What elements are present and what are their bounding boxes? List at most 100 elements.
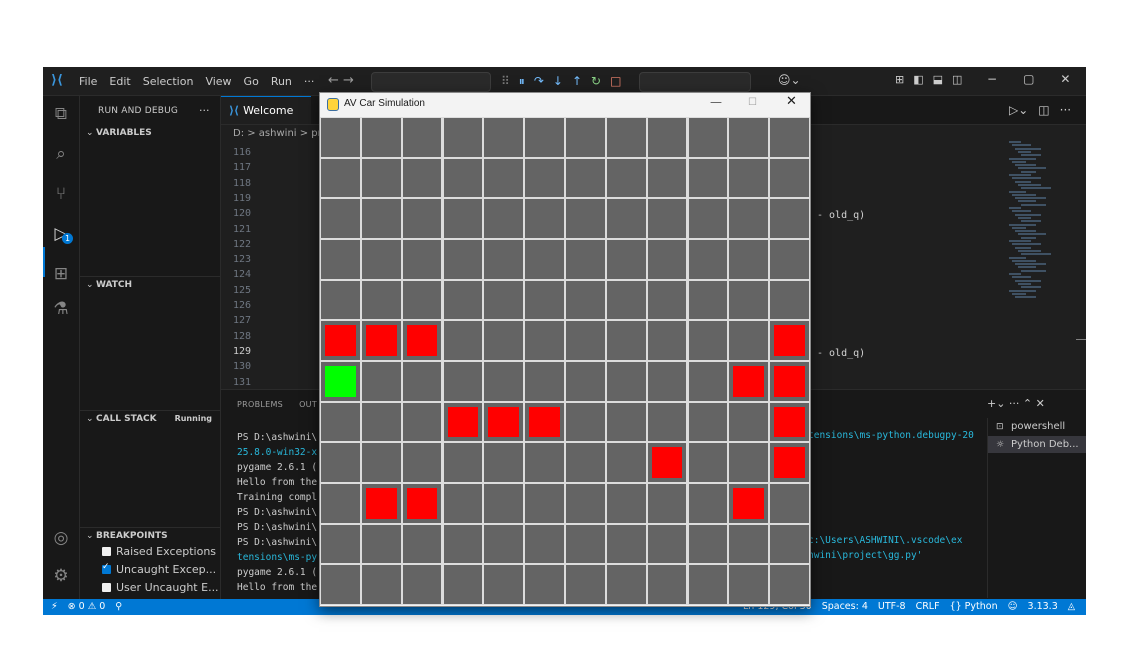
settings-icon[interactable]: ⚙ <box>51 566 71 586</box>
grid-cell <box>443 321 483 360</box>
run-icon[interactable]: ▷⌄ <box>1009 103 1028 117</box>
grid-cell <box>729 280 769 320</box>
checkbox[interactable] <box>102 583 111 592</box>
language-mode[interactable]: {} Python <box>950 599 998 615</box>
tab-problems[interactable]: PROBLEMS <box>237 400 283 409</box>
pause-icon[interactable]: ⏸ <box>519 74 525 89</box>
minimap-line <box>1018 249 1041 252</box>
nav-back-forward-icons[interactable]: ← → <box>328 73 354 88</box>
obstacle <box>774 447 805 478</box>
command-center[interactable] <box>371 72 491 92</box>
pygame-titlebar[interactable]: AV Car Simulation — ☐ ✕ <box>320 93 810 117</box>
grid-cell <box>321 402 360 442</box>
grid-cell <box>484 280 524 320</box>
copilot-status-icon[interactable]: ☺ <box>1008 599 1018 615</box>
minimize-button[interactable]: — <box>710 95 722 109</box>
search-box[interactable] <box>639 72 751 92</box>
terminal-list: ⊡ powershell ☼ Python Deb... <box>987 418 1086 598</box>
close-button[interactable]: ✕ <box>786 94 797 109</box>
stop-icon[interactable]: □ <box>610 74 621 88</box>
breakpoints-section[interactable]: ⌄ BREAKPOINTS <box>80 527 220 543</box>
terminal-item-python-debug[interactable]: ☼ Python Deb... <box>988 436 1086 453</box>
minimize-button[interactable]: − <box>987 72 997 86</box>
menu-view[interactable]: View <box>205 75 231 88</box>
grid-cell <box>321 565 360 604</box>
step-out-icon[interactable]: ↑ <box>572 74 582 88</box>
grid-cell <box>770 158 809 198</box>
watch-section[interactable]: ⌄ WATCH <box>80 276 220 292</box>
obstacle <box>365 325 397 356</box>
panel-actions[interactable]: +⌄ ··· ⌃ ✕ <box>987 397 1045 410</box>
line-number: 120 <box>233 208 252 220</box>
line-ending[interactable]: CRLF <box>916 599 940 615</box>
toggle-panel-icon[interactable]: ⬓ <box>933 73 943 86</box>
tab-welcome[interactable]: ⟩⟨ Welcome <box>221 96 311 124</box>
indentation[interactable]: Spaces: 4 <box>822 599 868 615</box>
grid-cell <box>729 402 769 442</box>
source-control-icon[interactable]: ⑂ <box>51 184 71 204</box>
menu-run[interactable]: Run <box>271 75 292 88</box>
split-editor-icon[interactable]: ◫ <box>1038 103 1049 117</box>
grid-cell <box>361 362 401 401</box>
grid-cell <box>566 443 605 482</box>
menu-go[interactable]: Go <box>244 75 259 88</box>
menu-selection[interactable]: Selection <box>143 75 194 88</box>
close-button[interactable]: ✕ <box>1060 72 1070 86</box>
restart-icon[interactable]: ↻ <box>591 74 601 88</box>
minimap[interactable] <box>1009 141 1069 301</box>
obstacle <box>406 325 438 356</box>
menu-edit[interactable]: Edit <box>109 75 130 88</box>
line-number: 121 <box>233 223 252 235</box>
breakpoint-user-uncaught[interactable]: User Uncaught E... <box>102 581 219 594</box>
breadcrumb[interactable]: D: > ashwini > pro <box>233 128 328 139</box>
explorer-icon[interactable]: ⧉ <box>51 104 71 124</box>
search-icon[interactable]: ⌕ <box>51 144 71 164</box>
testing-icon[interactable]: ⚗ <box>51 299 71 319</box>
grid-cell <box>402 118 442 157</box>
scrollbar[interactable] <box>1076 339 1086 340</box>
tab-output[interactable]: OUT <box>299 400 317 409</box>
grid-cell <box>525 321 564 360</box>
customize-layout-icon[interactable]: ⊞ <box>895 73 904 86</box>
more-actions-icon[interactable]: ··· <box>1060 103 1071 117</box>
minimap-line <box>1015 230 1036 233</box>
grid-cell <box>484 524 524 564</box>
call-stack-section[interactable]: ⌄ CALL STACK Running <box>80 410 220 426</box>
menu-more[interactable]: ··· <box>304 75 315 88</box>
maximize-button[interactable]: ☐ <box>748 97 757 108</box>
notifications-icon[interactable]: ◬ <box>1068 599 1075 615</box>
debug-status-icon[interactable]: ⚲ <box>115 599 122 615</box>
line-number: 131 <box>233 376 252 388</box>
sidebar-more-button[interactable]: ··· <box>199 104 210 117</box>
grid-cell <box>770 484 809 523</box>
extensions-icon[interactable]: ⊞ <box>51 264 71 284</box>
menu-file[interactable]: File <box>79 75 97 88</box>
terminal-line: Hello from the <box>237 477 318 488</box>
accounts-icon[interactable]: ◎ <box>51 528 71 548</box>
terminal-item-powershell[interactable]: ⊡ powershell <box>988 418 1086 435</box>
variables-section[interactable]: ⌄ VARIABLES <box>80 125 220 141</box>
step-into-icon[interactable]: ↓ <box>553 74 563 88</box>
remote-icon[interactable]: ⚡ <box>51 599 58 615</box>
breakpoint-raised-exceptions[interactable]: Raised Exceptions <box>102 545 216 558</box>
step-over-icon[interactable]: ↷ <box>534 74 544 88</box>
python-icon <box>327 98 339 111</box>
terminal-output[interactable]: PS D:\ashwini\ 25.8.0-win32-x pygame 2.6.1… <box>237 430 317 610</box>
grid-cell <box>566 240 605 279</box>
python-version[interactable]: 3.13.3 <box>1028 599 1058 615</box>
grid-cell <box>566 524 605 564</box>
grid-cell <box>525 199 564 238</box>
toggle-sidebar-icon[interactable]: ◧ <box>913 73 923 86</box>
copilot-icon[interactable]: ☺⌄ <box>778 73 801 87</box>
drag-grip-icon[interactable]: ⠿ <box>501 74 510 88</box>
encoding[interactable]: UTF-8 <box>878 599 906 615</box>
checkbox-checked[interactable] <box>102 562 111 574</box>
breakpoint-uncaught-exceptions[interactable]: Uncaught Excep... <box>102 562 216 576</box>
problems-count[interactable]: ⊗ 0 ⚠ 0 <box>68 599 106 615</box>
checkbox[interactable] <box>102 547 111 556</box>
grid-cell <box>729 524 769 564</box>
restore-button[interactable]: ▢ <box>1023 72 1034 86</box>
toggle-secondary-sidebar-icon[interactable]: ◫ <box>952 73 962 86</box>
grid-cell <box>688 199 728 238</box>
grid-cell <box>321 443 360 482</box>
